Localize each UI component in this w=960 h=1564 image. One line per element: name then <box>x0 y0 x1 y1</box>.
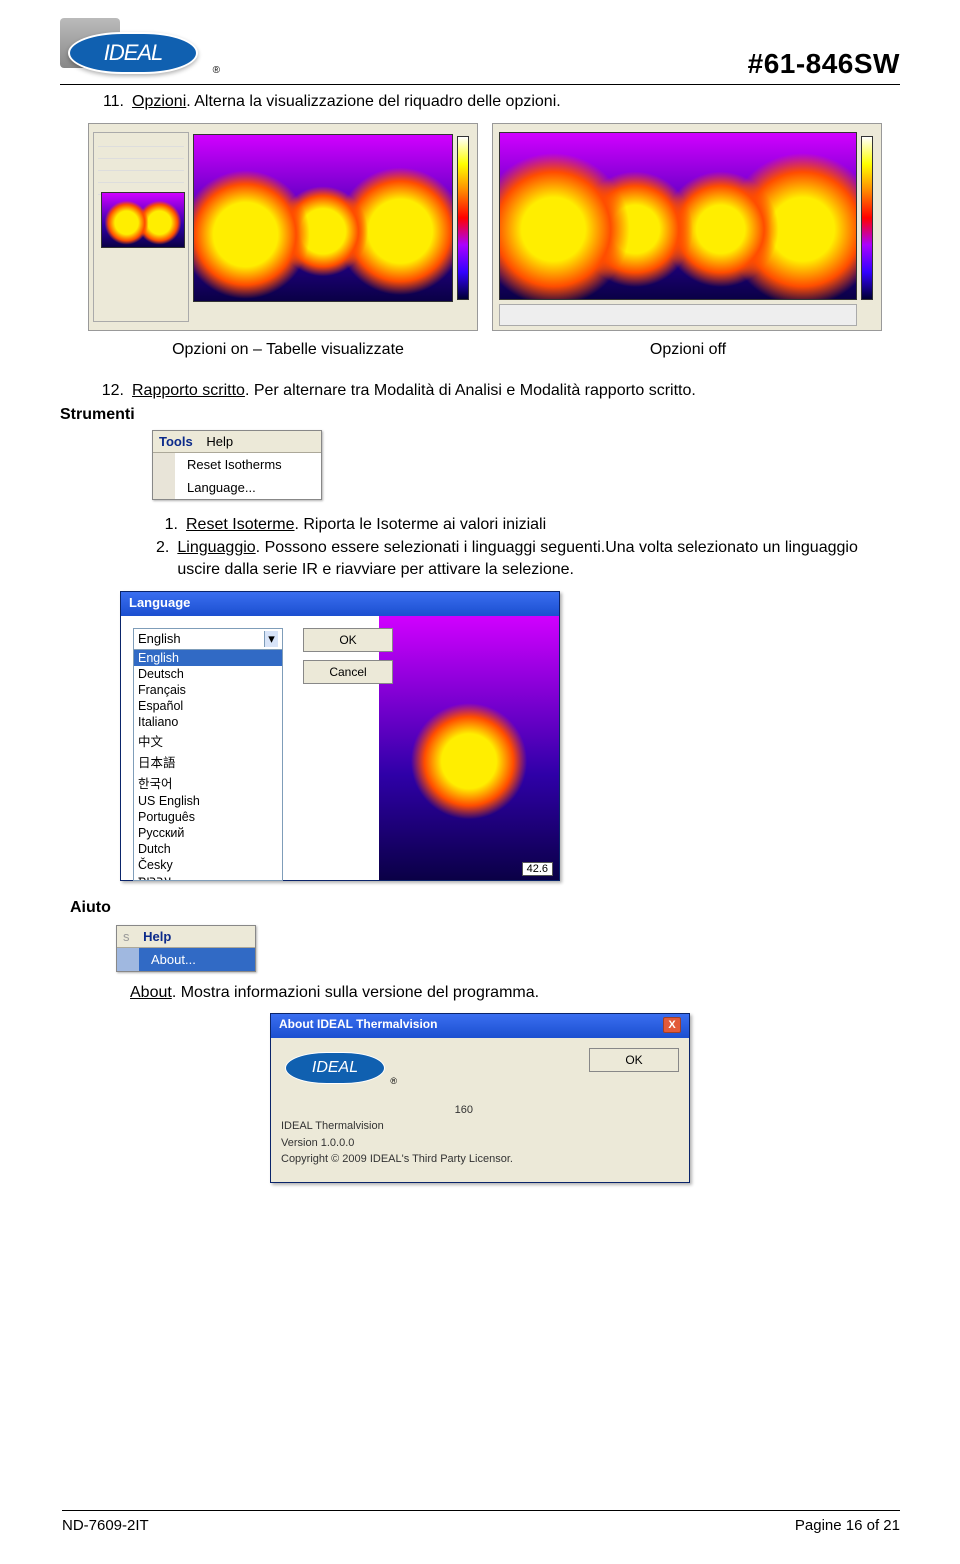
item-text: . Per alternare tra Modalità di Analisi … <box>245 382 696 399</box>
about-text: . Mostra informazioni sulla versione del… <box>172 984 539 1001</box>
language-option[interactable]: Русский <box>134 825 282 841</box>
menu-help[interactable]: Help <box>206 434 233 449</box>
ok-button[interactable]: OK <box>303 628 393 652</box>
item-11: 11. Opzioni. Alterna la visualizzazione … <box>98 91 900 113</box>
language-option[interactable]: English <box>134 650 282 666</box>
language-option[interactable]: עברית <box>134 873 282 880</box>
about-product: IDEAL Thermalvision <box>281 1118 513 1135</box>
language-dialog: Language English ▾ English Deutsch Franç… <box>120 591 560 881</box>
footer-page: Pagine 16 of 21 <box>795 1517 900 1534</box>
page-footer: ND-7609-2IT Pagine 16 of 21 <box>62 1510 900 1534</box>
tools-item-2: 2. Linguaggio. Possono essere selezionat… <box>152 537 900 582</box>
item-label: Reset Isoterme <box>186 516 294 533</box>
screenshot-captions: Opzioni on – Tabelle visualizzate Opzion… <box>88 339 900 361</box>
language-option[interactable]: 中文 <box>134 730 282 751</box>
about-logo: IDEAL ® <box>281 1048 391 1088</box>
help-menu-screenshot: s Help About... <box>60 925 900 972</box>
language-list[interactable]: English Deutsch Français Español Italian… <box>134 650 282 880</box>
about-copyright: Copyright © 2009 IDEAL's Third Party Lic… <box>281 1151 513 1168</box>
language-option[interactable]: Česky <box>134 857 282 873</box>
item-num: 11. <box>98 91 124 113</box>
about-version: Version 1.0.0.0 <box>281 1135 513 1152</box>
screenshot-options-on <box>88 123 478 331</box>
footer-docid: ND-7609-2IT <box>62 1517 149 1534</box>
language-option[interactable]: 한국어 <box>134 772 282 793</box>
document-number: #61-846SW <box>748 48 900 80</box>
menu-item-language[interactable]: Language... <box>153 476 321 499</box>
language-option[interactable]: Dutch <box>134 841 282 857</box>
about-line: About. Mostra informazioni sulla version… <box>130 982 900 1004</box>
item-text: . Riporta le Isoterme ai valori iniziali <box>294 516 546 533</box>
item-12: 12. Rapporto scritto. Per alternare tra … <box>98 380 900 402</box>
caption-on: Opzioni on – Tabelle visualizzate <box>88 339 488 361</box>
item-num: 12. <box>98 380 124 402</box>
dropdown-arrow-icon[interactable]: ▾ <box>264 631 278 647</box>
page-header: IDEAL ® #61-846SW <box>60 10 900 85</box>
heading-tools: Strumenti <box>60 406 900 424</box>
logo-text: IDEAL <box>104 40 163 66</box>
language-option[interactable]: 日本語 <box>134 751 282 772</box>
tools-menu-screenshot: Tools Help Reset Isotherms Language... <box>152 430 900 500</box>
close-icon[interactable]: X <box>663 1017 681 1033</box>
menu-item-reset-isotherms[interactable]: Reset Isotherms <box>153 453 321 476</box>
about-product-num: 160 <box>455 1104 473 1116</box>
about-title: About IDEAL Thermalvision <box>279 1017 437 1035</box>
item-num: 1. <box>152 514 178 536</box>
screenshot-options-off <box>492 123 882 331</box>
caption-off: Opzioni off <box>488 339 888 361</box>
item-label: Linguaggio <box>177 539 255 556</box>
heading-help: Aiuto <box>70 899 900 917</box>
language-option[interactable]: Português <box>134 809 282 825</box>
item-label: Opzioni <box>132 93 186 110</box>
brand-logo: IDEAL ® <box>60 10 220 80</box>
registered-mark: ® <box>213 65 220 76</box>
item-text: . Possono essere selezionati i linguaggi… <box>177 539 857 578</box>
language-combobox[interactable]: English ▾ English Deutsch Français Españ… <box>133 628 283 881</box>
screenshot-row <box>88 123 900 331</box>
menu-tools[interactable]: Tools <box>159 434 193 449</box>
item-num: 2. <box>152 537 169 582</box>
language-option[interactable]: Deutsch <box>134 666 282 682</box>
menu-help[interactable]: Help <box>143 929 171 944</box>
language-option[interactable]: Italiano <box>134 714 282 730</box>
dialog-title: Language <box>121 592 559 616</box>
cancel-button[interactable]: Cancel <box>303 660 393 684</box>
about-dialog: About IDEAL Thermalvision X IDEAL ® 160 … <box>270 1013 690 1183</box>
language-option[interactable]: Français <box>134 682 282 698</box>
about-label: About <box>130 984 172 1001</box>
item-text: . Alterna la visualizzazione del riquadr… <box>186 93 560 110</box>
language-selected: English <box>138 631 181 647</box>
tools-item-1: 1. Reset Isoterme. Riporta le Isoterme a… <box>152 514 900 536</box>
language-option[interactable]: US English <box>134 793 282 809</box>
item-label: Rapporto scritto <box>132 382 245 399</box>
about-ok-button[interactable]: OK <box>589 1048 679 1072</box>
menu-item-about[interactable]: About... <box>117 948 255 971</box>
language-option[interactable]: Español <box>134 698 282 714</box>
